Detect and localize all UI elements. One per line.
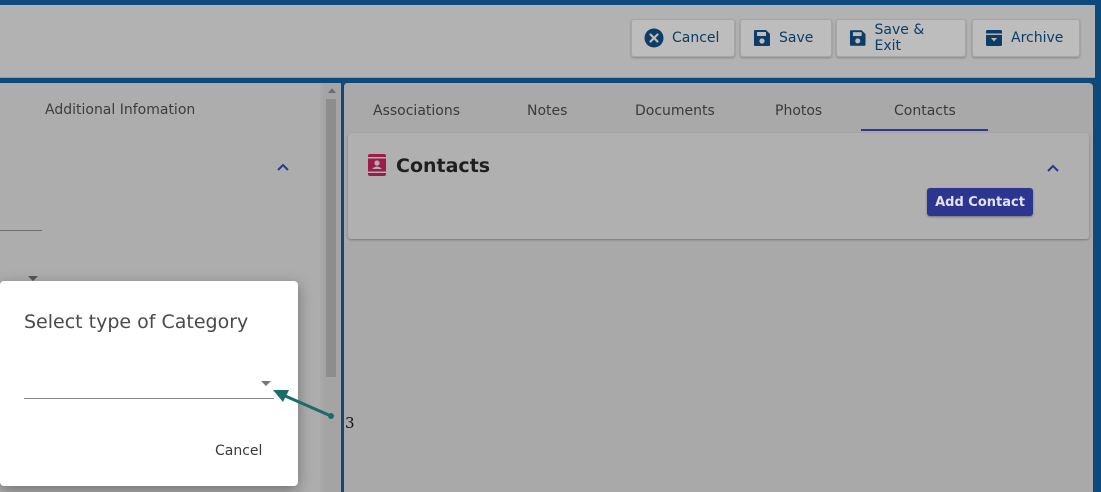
contacts-card-title: Contacts [396, 155, 491, 177]
cancel-button-label: Cancel [672, 30, 720, 46]
dialog-cancel-button[interactable]: Cancel [215, 443, 262, 459]
save-button-label: Save [779, 30, 814, 46]
active-tab-indicator [861, 129, 988, 131]
cancel-button[interactable]: Cancel [631, 19, 735, 57]
contact-book-icon [368, 154, 386, 176]
tab-notes[interactable]: Notes [527, 103, 567, 119]
tab-additional-information[interactable]: Additional Infomation [45, 102, 195, 118]
left-scrollbar[interactable] [323, 83, 340, 492]
floppy-disk-icon [754, 30, 770, 46]
category-select[interactable] [24, 371, 274, 399]
toolbar-header: Cancel Save Save & Exit Archive [0, 5, 1095, 78]
left-tab-bar: Additional Infomation [0, 83, 320, 133]
right-panel: Associations Notes Documents Photos Cont… [343, 83, 1093, 492]
tab-associations[interactable]: Associations [373, 103, 460, 119]
tab-photos[interactable]: Photos [775, 103, 822, 119]
scroll-thumb[interactable] [326, 99, 336, 377]
left-field-underline [0, 230, 42, 231]
archive-box-icon [986, 30, 1002, 46]
tab-documents[interactable]: Documents [635, 103, 715, 119]
archive-button[interactable]: Archive [972, 19, 1080, 57]
tab-contacts[interactable]: Contacts [894, 103, 956, 119]
save-exit-button[interactable]: Save & Exit [836, 19, 966, 57]
floppy-disk-icon [849, 30, 866, 46]
contacts-card: Contacts Add Contact [348, 133, 1089, 239]
scroll-up-arrow-icon[interactable] [328, 88, 336, 93]
cancel-circle-icon [644, 28, 664, 48]
select-category-dialog: Select type of Category Cancel [0, 281, 298, 486]
dialog-title: Select type of Category [24, 311, 249, 333]
save-exit-button-label: Save & Exit [874, 22, 925, 54]
annotation-arrow [273, 390, 334, 419]
chevron-up-icon[interactable] [1046, 163, 1060, 173]
save-button[interactable]: Save [740, 19, 832, 57]
chevron-up-icon[interactable] [276, 162, 290, 172]
annotation-number: 3 [345, 414, 355, 432]
add-contact-button[interactable]: Add Contact [927, 188, 1033, 216]
archive-button-label: Archive [1011, 30, 1064, 46]
